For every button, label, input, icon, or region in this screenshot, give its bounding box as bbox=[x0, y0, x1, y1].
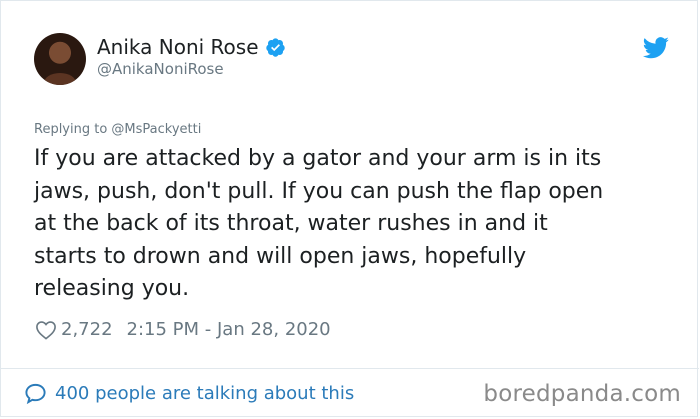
author-row: Anika Noni Rose bbox=[97, 35, 286, 59]
reply-context[interactable]: Replying to @MsPackyetti bbox=[34, 122, 201, 137]
avatar[interactable] bbox=[34, 33, 86, 85]
tweet-meta: 2,722 2:15 PM - Jan 28, 2020 bbox=[35, 319, 331, 340]
talking-about-link[interactable]: 400 people are talking about this bbox=[24, 382, 354, 405]
verified-badge-icon bbox=[265, 37, 285, 57]
talking-about-label: 400 people are talking about this bbox=[55, 383, 355, 404]
speech-bubble-icon bbox=[25, 383, 46, 405]
tweet-card: Anika Noni Rose @AnikaNoniRose Replying … bbox=[0, 0, 699, 417]
author-handle[interactable]: @AnikaNoniRose bbox=[97, 60, 224, 78]
twitter-bird-icon[interactable] bbox=[642, 37, 670, 59]
boredpanda-watermark: boredpanda.com bbox=[483, 381, 681, 407]
like-count[interactable]: 2,722 bbox=[61, 319, 113, 340]
tweet-timestamp[interactable]: 2:15 PM - Jan 28, 2020 bbox=[127, 319, 331, 340]
heart-icon[interactable] bbox=[35, 320, 57, 340]
author-name[interactable]: Anika Noni Rose bbox=[97, 35, 259, 59]
divider bbox=[1, 368, 699, 369]
tweet-text: If you are attacked by a gator and your … bbox=[34, 146, 604, 301]
